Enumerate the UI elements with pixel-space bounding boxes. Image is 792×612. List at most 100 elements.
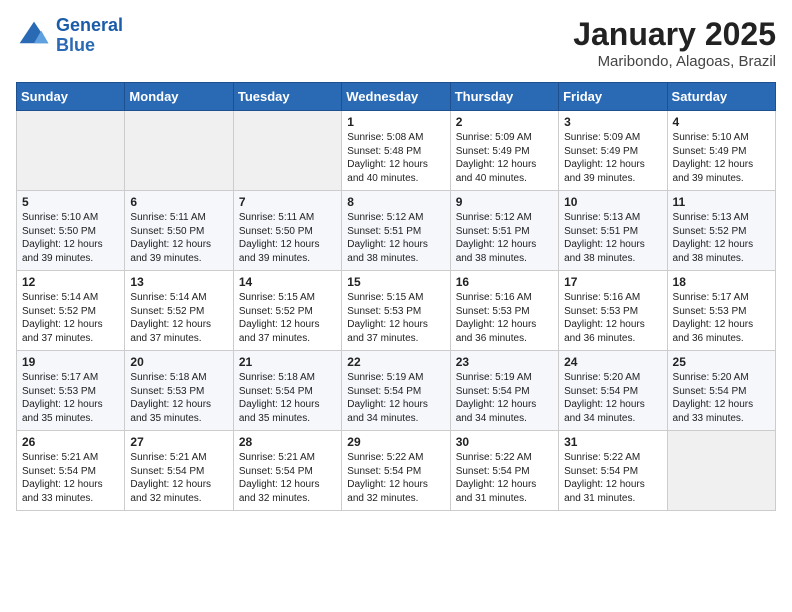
day-info: Sunrise: 5:11 AM Sunset: 5:50 PM Dayligh… — [239, 211, 336, 265]
day-info: Sunrise: 5:10 AM Sunset: 5:50 PM Dayligh… — [22, 211, 119, 265]
day-info: Sunrise: 5:16 AM Sunset: 5:53 PM Dayligh… — [456, 291, 553, 345]
day-info: Sunrise: 5:13 AM Sunset: 5:52 PM Dayligh… — [673, 211, 770, 265]
calendar-table: Sunday Monday Tuesday Wednesday Thursday… — [16, 82, 776, 511]
calendar-header-row: Sunday Monday Tuesday Wednesday Thursday… — [17, 83, 776, 111]
day-info: Sunrise: 5:12 AM Sunset: 5:51 PM Dayligh… — [347, 211, 444, 265]
day-number: 20 — [130, 355, 227, 369]
day-number: 31 — [564, 435, 661, 449]
day-info: Sunrise: 5:18 AM Sunset: 5:53 PM Dayligh… — [130, 371, 227, 425]
day-number: 30 — [456, 435, 553, 449]
day-info: Sunrise: 5:19 AM Sunset: 5:54 PM Dayligh… — [347, 371, 444, 425]
day-number: 19 — [22, 355, 119, 369]
day-info: Sunrise: 5:09 AM Sunset: 5:49 PM Dayligh… — [564, 131, 661, 185]
col-monday: Monday — [125, 83, 233, 111]
day-number: 15 — [347, 275, 444, 289]
calendar-cell: 23 Sunrise: 5:19 AM Sunset: 5:54 PM Dayli… — [450, 351, 558, 431]
logo-line1: General — [56, 15, 123, 35]
calendar-cell: 28Sunrise: 5:21 AM Sunset: 5:54 PM Dayli… — [233, 431, 341, 511]
calendar-cell: 3 Sunrise: 5:09 AM Sunset: 5:49 PM Daylig… — [559, 111, 667, 191]
day-info: Sunrise: 5:22 AM Sunset: 5:54 PM Dayligh… — [347, 451, 444, 505]
calendar-cell: 29 Sunrise: 5:22 AM Sunset: 5:54 PM Dayli… — [342, 431, 450, 511]
calendar-cell: 5 Sunrise: 5:10 AM Sunset: 5:50 PM Daylig… — [17, 191, 125, 271]
calendar-cell: 24 Sunrise: 5:20 AM Sunset: 5:54 PM Dayli… — [559, 351, 667, 431]
day-number: 29 — [347, 435, 444, 449]
calendar-cell: 26 Sunrise: 5:21 AM Sunset: 5:54 PM Dayli… — [17, 431, 125, 511]
logo-text: General Blue — [56, 16, 123, 56]
calendar-cell: 1Sunrise: 5:08 AM Sunset: 5:48 PM Daylig… — [342, 111, 450, 191]
day-number: 14 — [239, 275, 336, 289]
day-info: Sunrise: 5:14 AM Sunset: 5:52 PM Dayligh… — [22, 291, 119, 345]
day-number: 18 — [673, 275, 770, 289]
calendar-cell: 7 Sunrise: 5:11 AM Sunset: 5:50 PM Daylig… — [233, 191, 341, 271]
day-info: Sunrise: 5:22 AM Sunset: 5:54 PM Dayligh… — [456, 451, 553, 505]
day-info: Sunrise: 5:13 AM Sunset: 5:51 PM Dayligh… — [564, 211, 661, 265]
day-info: Sunrise: 5:21 AM Sunset: 5:54 PM Dayligh… — [22, 451, 119, 505]
day-number: 9 — [456, 195, 553, 209]
day-number: 10 — [564, 195, 661, 209]
day-number: 7 — [239, 195, 336, 209]
header: General Blue January 2025 Maribondo, Ala… — [16, 16, 776, 70]
day-number: 5 — [22, 195, 119, 209]
calendar-cell: 19 Sunrise: 5:17 AM Sunset: 5:53 PM Dayli… — [17, 351, 125, 431]
calendar-cell: 6 Sunrise: 5:11 AM Sunset: 5:50 PM Daylig… — [125, 191, 233, 271]
calendar-cell: 25 Sunrise: 5:20 AM Sunset: 5:54 PM Dayli… — [667, 351, 775, 431]
day-info: Sunrise: 5:18 AM Sunset: 5:54 PM Dayligh… — [239, 371, 336, 425]
day-number: 12 — [22, 275, 119, 289]
day-number: 2 — [456, 115, 553, 129]
calendar-cell: 14 Sunrise: 5:15 AM Sunset: 5:52 PM Dayli… — [233, 271, 341, 351]
calendar-subtitle: Maribondo, Alagoas, Brazil — [573, 53, 776, 70]
calendar-cell: 13Sunrise: 5:14 AM Sunset: 5:52 PM Dayli… — [125, 271, 233, 351]
calendar-cell — [667, 431, 775, 511]
calendar-cell: 17Sunrise: 5:16 AM Sunset: 5:53 PM Dayli… — [559, 271, 667, 351]
day-number: 26 — [22, 435, 119, 449]
calendar-cell — [125, 111, 233, 191]
calendar-cell: 18 Sunrise: 5:17 AM Sunset: 5:53 PM Dayli… — [667, 271, 775, 351]
col-tuesday: Tuesday — [233, 83, 341, 111]
col-saturday: Saturday — [667, 83, 775, 111]
day-number: 16 — [456, 275, 553, 289]
day-number: 24 — [564, 355, 661, 369]
col-wednesday: Wednesday — [342, 83, 450, 111]
day-number: 3 — [564, 115, 661, 129]
day-info: Sunrise: 5:21 AM Sunset: 5:54 PM Dayligh… — [130, 451, 227, 505]
day-info: Sunrise: 5:11 AM Sunset: 5:50 PM Dayligh… — [130, 211, 227, 265]
day-info: Sunrise: 5:17 AM Sunset: 5:53 PM Dayligh… — [22, 371, 119, 425]
calendar-cell — [233, 111, 341, 191]
calendar-cell: 11 Sunrise: 5:13 AM Sunset: 5:52 PM Dayli… — [667, 191, 775, 271]
day-info: Sunrise: 5:22 AM Sunset: 5:54 PM Dayligh… — [564, 451, 661, 505]
calendar-cell: 20 Sunrise: 5:18 AM Sunset: 5:53 PM Dayli… — [125, 351, 233, 431]
day-info: Sunrise: 5:19 AM Sunset: 5:54 PM Dayligh… — [456, 371, 553, 425]
calendar-cell: 30 Sunrise: 5:22 AM Sunset: 5:54 PM Dayli… — [450, 431, 558, 511]
day-info: Sunrise: 5:17 AM Sunset: 5:53 PM Dayligh… — [673, 291, 770, 345]
calendar-week-4: 19 Sunrise: 5:17 AM Sunset: 5:53 PM Dayli… — [17, 351, 776, 431]
day-info: Sunrise: 5:15 AM Sunset: 5:52 PM Dayligh… — [239, 291, 336, 345]
day-number: 11 — [673, 195, 770, 209]
day-number: 22 — [347, 355, 444, 369]
calendar-week-5: 26 Sunrise: 5:21 AM Sunset: 5:54 PM Dayli… — [17, 431, 776, 511]
day-info: Sunrise: 5:10 AM Sunset: 5:49 PM Dayligh… — [673, 131, 770, 185]
day-info: Sunrise: 5:20 AM Sunset: 5:54 PM Dayligh… — [564, 371, 661, 425]
day-info: Sunrise: 5:14 AM Sunset: 5:52 PM Dayligh… — [130, 291, 227, 345]
calendar-week-2: 5 Sunrise: 5:10 AM Sunset: 5:50 PM Daylig… — [17, 191, 776, 271]
calendar-cell: 27Sunrise: 5:21 AM Sunset: 5:54 PM Dayli… — [125, 431, 233, 511]
day-number: 17 — [564, 275, 661, 289]
day-number: 23 — [456, 355, 553, 369]
col-thursday: Thursday — [450, 83, 558, 111]
calendar-cell: 8 Sunrise: 5:12 AM Sunset: 5:51 PM Daylig… — [342, 191, 450, 271]
calendar-cell: 10 Sunrise: 5:13 AM Sunset: 5:51 PM Dayli… — [559, 191, 667, 271]
day-number: 6 — [130, 195, 227, 209]
logo-line2: Blue — [56, 35, 95, 55]
calendar-cell: 21 Sunrise: 5:18 AM Sunset: 5:54 PM Dayli… — [233, 351, 341, 431]
day-number: 28 — [239, 435, 336, 449]
calendar-cell: 12 Sunrise: 5:14 AM Sunset: 5:52 PM Dayli… — [17, 271, 125, 351]
day-number: 21 — [239, 355, 336, 369]
calendar-cell: 15 Sunrise: 5:15 AM Sunset: 5:53 PM Dayli… — [342, 271, 450, 351]
calendar-week-3: 12 Sunrise: 5:14 AM Sunset: 5:52 PM Dayli… — [17, 271, 776, 351]
calendar-title: January 2025 — [573, 16, 776, 53]
day-info: Sunrise: 5:15 AM Sunset: 5:53 PM Dayligh… — [347, 291, 444, 345]
calendar-cell: 4Sunrise: 5:10 AM Sunset: 5:49 PM Daylig… — [667, 111, 775, 191]
day-number: 8 — [347, 195, 444, 209]
day-info: Sunrise: 5:08 AM Sunset: 5:48 PM Dayligh… — [347, 131, 444, 185]
day-info: Sunrise: 5:20 AM Sunset: 5:54 PM Dayligh… — [673, 371, 770, 425]
day-number: 25 — [673, 355, 770, 369]
